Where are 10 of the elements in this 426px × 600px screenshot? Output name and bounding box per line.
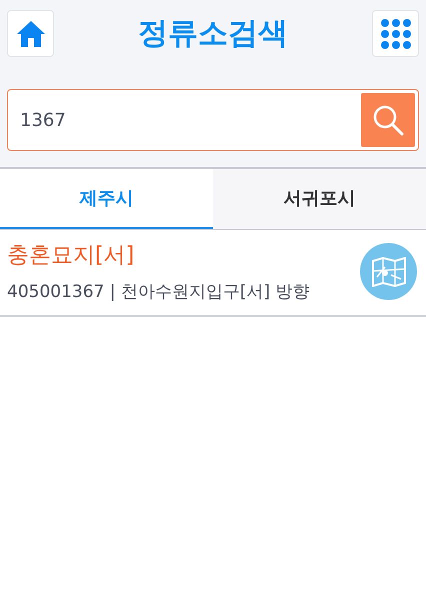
menu-button[interactable] [372, 10, 419, 57]
tab[interactable]: 서귀포시 [213, 169, 426, 229]
stop-detail: 405001367 | 천아수원지입구[서] 방향 [7, 281, 310, 303]
map-icon [370, 256, 406, 286]
search-button[interactable] [361, 93, 415, 147]
home-icon [16, 20, 46, 48]
grid-menu-icon [380, 18, 410, 48]
page-title: 정류소검색 [138, 15, 288, 53]
home-button[interactable] [7, 10, 54, 57]
search-icon [372, 104, 404, 136]
